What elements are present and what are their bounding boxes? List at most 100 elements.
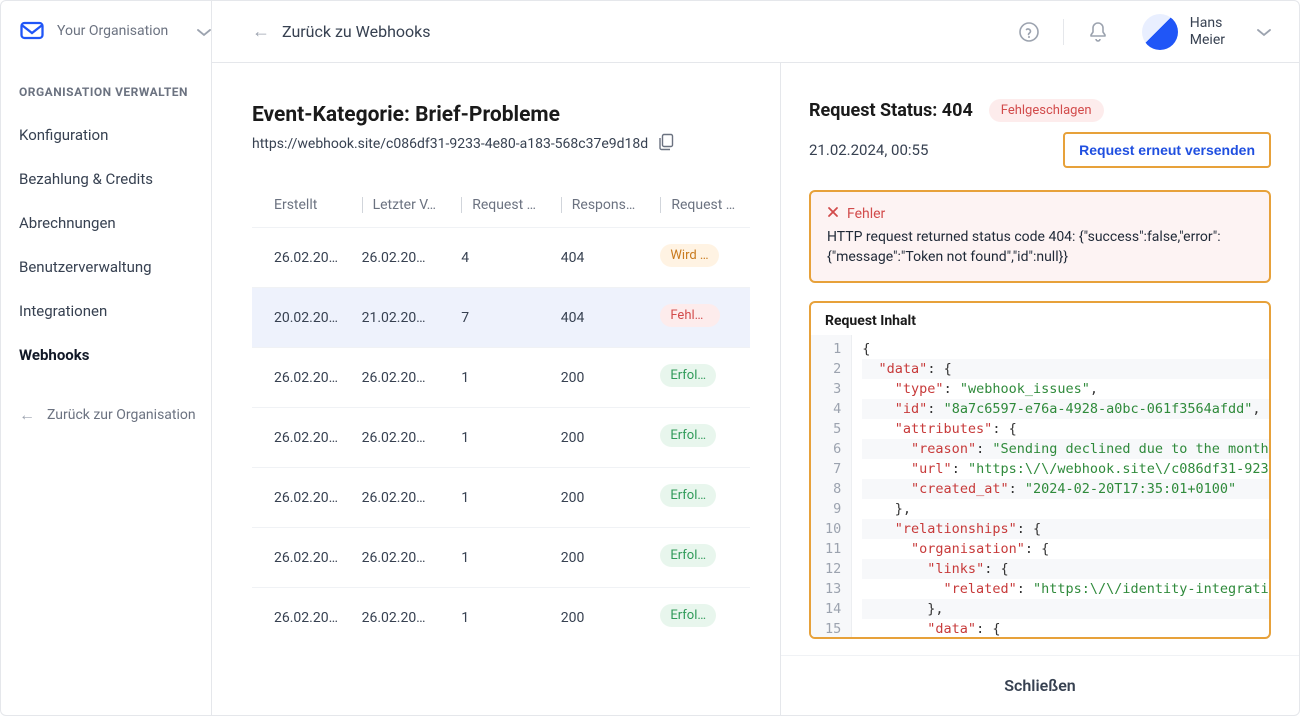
cell: 1 xyxy=(451,588,551,648)
sidebar-item-benutzerverwaltung[interactable]: Benutzerverwaltung xyxy=(19,258,211,276)
sidebar-item-konfiguration[interactable]: Konfiguration xyxy=(19,126,211,144)
table-row[interactable]: 26.02.20…26.02.20…1200Erfol… xyxy=(252,588,750,648)
col-header[interactable]: Erstellt xyxy=(252,183,352,228)
cell: 404 xyxy=(551,288,651,348)
cell: 26.02.20… xyxy=(252,408,352,468)
table-row[interactable]: 20.02.20…21.02.20…7404Fehlg… xyxy=(252,288,750,348)
cell: 404 xyxy=(551,228,651,288)
section-label: ORGANISATION VERWALTEN xyxy=(19,83,211,102)
col-header[interactable]: Request … xyxy=(650,183,750,228)
code-line: "related": "https:\/\/identity-integrati… xyxy=(862,579,1269,599)
arrow-left-icon: ← xyxy=(19,404,35,426)
table-row[interactable]: 26.02.20…26.02.20…1200Erfol… xyxy=(252,348,750,408)
user-menu[interactable]: HansMeier xyxy=(1142,14,1271,50)
close-icon xyxy=(827,206,839,222)
cell: 1 xyxy=(451,348,551,408)
code-line: }, xyxy=(862,499,1269,519)
table-row[interactable]: 26.02.20…26.02.20…1200Erfol… xyxy=(252,468,750,528)
status-badge: Fehlgeschlagen xyxy=(989,99,1104,122)
chevron-down-icon xyxy=(1257,22,1271,41)
cell: 26.02.20… xyxy=(352,228,452,288)
sidebar-item-abrechnungen[interactable]: Abrechnungen xyxy=(19,214,211,232)
cell: 200 xyxy=(551,528,651,588)
cell: 1 xyxy=(451,468,551,528)
org-switcher[interactable]: Your Organisation xyxy=(19,19,211,43)
help-icon[interactable] xyxy=(1013,16,1045,48)
webhook-url: https://webhook.site/c086df31-9233-4e80-… xyxy=(252,136,648,152)
cell: 4 xyxy=(451,228,551,288)
col-header[interactable]: Request … xyxy=(451,183,551,228)
code-line: "data": { xyxy=(862,619,1269,637)
status-badge: Wird … xyxy=(660,244,718,267)
cell: 200 xyxy=(551,348,651,408)
code-line: "organisation": { xyxy=(862,539,1269,559)
code-line: "type": "webhook_issues", xyxy=(862,379,1269,399)
payload-box: Request Inhalt 1234567891011121314151617… xyxy=(809,301,1271,639)
cell: Erfol… xyxy=(650,468,750,528)
status-badge: Erfol… xyxy=(660,604,716,627)
table-row[interactable]: 26.02.20…26.02.20…1200Erfol… xyxy=(252,528,750,588)
cell: Fehlg… xyxy=(650,288,750,348)
page-title: Event-Kategorie: Brief-Probleme xyxy=(252,103,750,127)
request-status: Request Status: 404 xyxy=(809,100,973,121)
code-line: "relationships": { xyxy=(862,519,1269,539)
bell-icon[interactable] xyxy=(1082,16,1114,48)
back-to-webhooks-label: Zurück zu Webhooks xyxy=(282,22,431,41)
cell: 26.02.20… xyxy=(352,588,452,648)
error-label: Fehler xyxy=(847,206,885,222)
status-badge: Fehlg… xyxy=(660,304,720,327)
code-line: "reason": "Sending declined due to the m… xyxy=(862,439,1269,459)
status-badge: Erfol… xyxy=(660,544,716,567)
mail-logo-icon xyxy=(19,19,47,43)
cell: 26.02.20… xyxy=(352,528,452,588)
cell: 200 xyxy=(551,588,651,648)
org-name: Your Organisation xyxy=(57,23,187,39)
cell: 26.02.20… xyxy=(252,588,352,648)
cell: Erfol… xyxy=(650,348,750,408)
status-badge: Erfol… xyxy=(660,424,716,447)
chevron-down-icon xyxy=(197,22,211,41)
avatar xyxy=(1142,14,1178,50)
code-line: "url": "https:\/\/webhook.site\/c086df31… xyxy=(862,459,1269,479)
cell: Wird … xyxy=(650,228,750,288)
code-line: "links": { xyxy=(862,559,1269,579)
code-line: "data": { xyxy=(862,359,1269,379)
status-badge: Erfol… xyxy=(660,484,716,507)
error-box: Fehler HTTP request returned status code… xyxy=(809,190,1271,283)
cell: Erfol… xyxy=(650,528,750,588)
cell: 26.02.20… xyxy=(352,408,452,468)
close-button[interactable]: Schließen xyxy=(781,655,1299,715)
code-line: "id": "8a7c6597-e76a-4928-a0bc-061f3564a… xyxy=(862,399,1269,419)
back-to-org[interactable]: ← Zurück zur Organisation xyxy=(19,404,211,426)
cell: 20.02.20… xyxy=(252,288,352,348)
cell: Erfol… xyxy=(650,588,750,648)
request-timestamp: 21.02.2024, 00:55 xyxy=(809,141,928,159)
col-header[interactable]: Letzter V… xyxy=(352,183,452,228)
cell: 1 xyxy=(451,528,551,588)
sidebar-item-bezahlung-credits[interactable]: Bezahlung & Credits xyxy=(19,170,211,188)
user-name: HansMeier xyxy=(1190,15,1225,49)
cell: 7 xyxy=(451,288,551,348)
code-line: }, xyxy=(862,599,1269,619)
back-to-webhooks[interactable]: ← Zurück zu Webhooks xyxy=(252,21,1013,42)
divider xyxy=(1063,19,1064,45)
error-body: HTTP request returned status code 404: {… xyxy=(827,228,1253,267)
requests-table: ErstelltLetzter V…Request …Respons…Reque… xyxy=(252,183,750,647)
resend-button[interactable]: Request erneut versenden xyxy=(1063,132,1271,168)
arrow-left-icon: ← xyxy=(252,21,270,42)
cell: 1 xyxy=(451,408,551,468)
col-header[interactable]: Respons… xyxy=(551,183,651,228)
table-row[interactable]: 26.02.20…26.02.20…1200Erfol… xyxy=(252,408,750,468)
copy-icon[interactable] xyxy=(658,133,674,155)
sidebar-item-webhooks[interactable]: Webhooks xyxy=(19,346,211,364)
code-line: "attributes": { xyxy=(862,419,1269,439)
status-badge: Erfol… xyxy=(660,364,716,387)
sidebar-item-integrationen[interactable]: Integrationen xyxy=(19,302,211,320)
cell: 200 xyxy=(551,468,651,528)
table-row[interactable]: 26.02.20…26.02.20…4404Wird … xyxy=(252,228,750,288)
cell: 26.02.20… xyxy=(352,468,452,528)
cell: 200 xyxy=(551,408,651,468)
cell: 26.02.20… xyxy=(352,348,452,408)
code-line: { xyxy=(862,339,1269,359)
cell: 26.02.20… xyxy=(252,348,352,408)
